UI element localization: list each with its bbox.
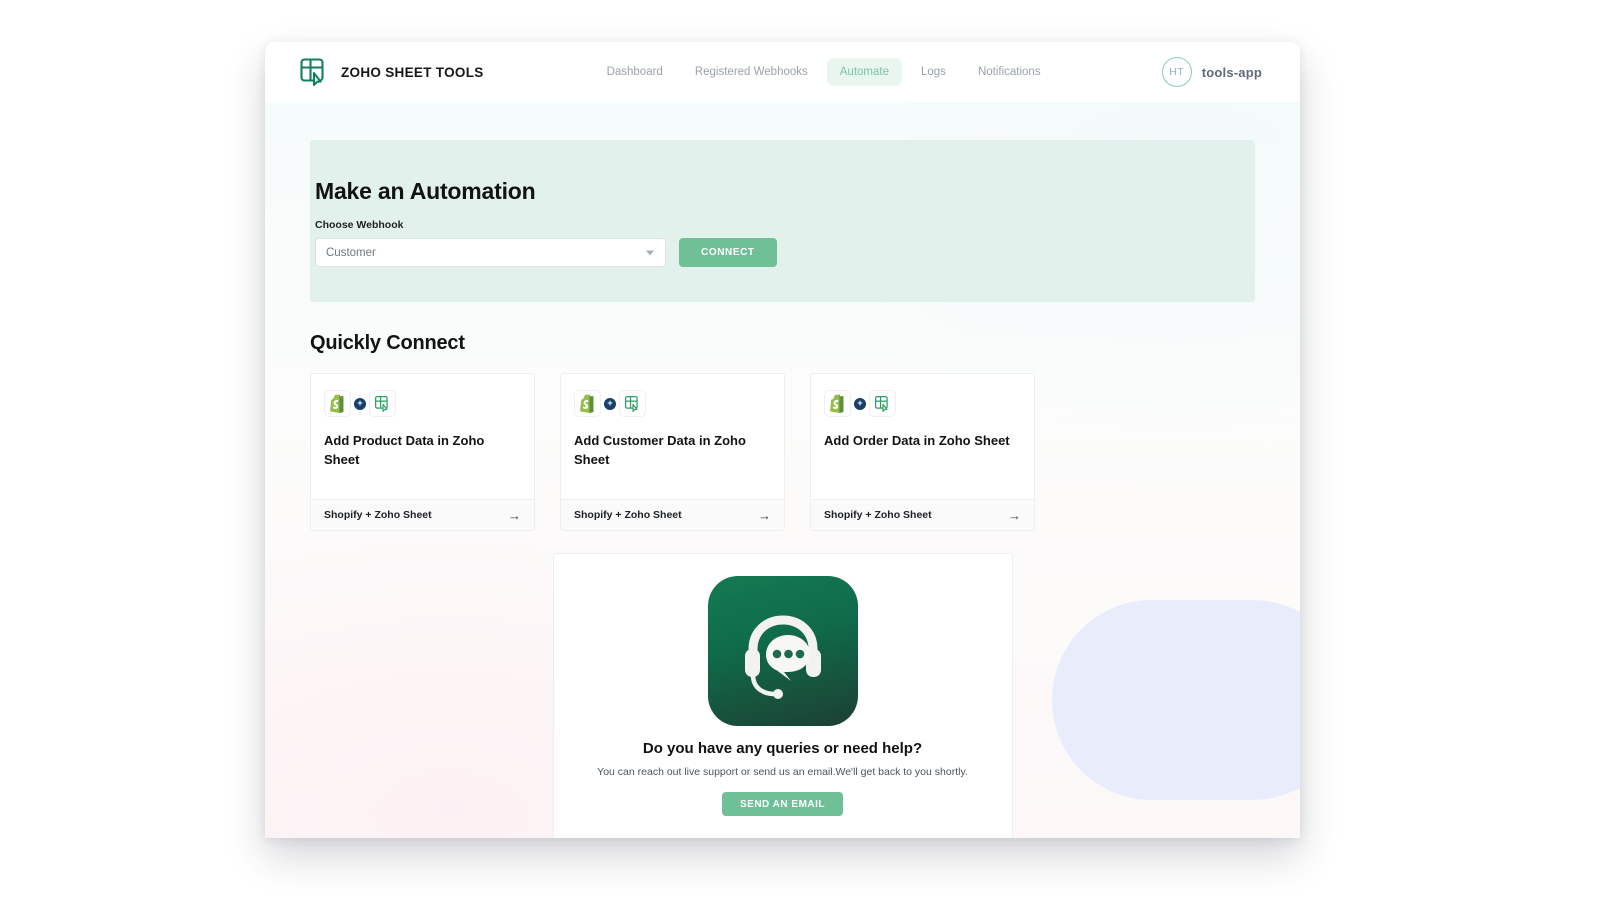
send-email-button[interactable]: SEND AN EMAIL (721, 792, 844, 816)
zoho-sheet-icon (869, 390, 896, 417)
main-nav: Dashboard Registered Webhooks Automate L… (594, 58, 1054, 86)
plus-badge-icon: + (854, 397, 866, 410)
page-content: Make an Automation Choose Webhook Custom… (265, 140, 1300, 838)
brand[interactable]: ZOHO SHEET TOOLS (298, 56, 484, 88)
plus-badge-icon: + (354, 397, 366, 410)
nav-item-automate[interactable]: Automate (826, 58, 902, 86)
quickly-connect-cards: + Add Product Data in Zoho Sheet Shopify… (310, 373, 1255, 531)
account-name: tools-app (1201, 64, 1262, 80)
card-footer: Shopify + Zoho Sheet → (811, 499, 1034, 530)
icon-pair: + (824, 390, 1021, 417)
arrow-right-icon[interactable]: → (508, 509, 521, 522)
account-menu[interactable]: HT tools-app (1161, 57, 1262, 87)
top-header: ZOHO SHEET TOOLS Dashboard Registered We… (265, 42, 1300, 102)
card-footer: Shopify + Zoho Sheet → (311, 499, 534, 530)
support-description: You can reach out live support or send u… (597, 766, 968, 778)
quickly-connect-title: Quickly Connect (310, 332, 465, 354)
card-title: Add Customer Data in Zoho Sheet (574, 433, 746, 468)
card-body: + Add Product Data in Zoho Sheet (311, 374, 534, 499)
automation-banner: Make an Automation Choose Webhook Custom… (310, 140, 1255, 302)
nav-item-notifications[interactable]: Notifications (965, 58, 1054, 86)
card-apps: Shopify + Zoho Sheet (824, 509, 932, 521)
card-apps: Shopify + Zoho Sheet (574, 509, 682, 521)
card-footer: Shopify + Zoho Sheet → (561, 499, 784, 530)
zoho-sheet-cursor-icon (298, 56, 330, 88)
card-body: + Add Customer Data in Zoho Sheet (561, 374, 784, 499)
arrow-right-icon[interactable]: → (1008, 509, 1021, 522)
shopify-icon (574, 390, 601, 417)
icon-pair: + (574, 390, 771, 417)
connect-button[interactable]: CONNECT (679, 238, 777, 267)
shopify-icon (324, 390, 351, 417)
card-body: + Add Order Data in Zoho Sheet (811, 374, 1034, 499)
webhook-label: Choose Webhook (315, 219, 404, 231)
page-canvas: Make an Automation Choose Webhook Custom… (265, 102, 1300, 838)
card-title: Add Order Data in Zoho Sheet (824, 433, 1010, 448)
shopify-icon (824, 390, 851, 417)
arrow-right-icon[interactable]: → (758, 509, 771, 522)
connect-card[interactable]: + Add Order Data in Zoho Sheet Shopify +… (810, 373, 1035, 531)
connect-card[interactable]: + Add Customer Data in Zoho Sheet Shopif… (560, 373, 785, 531)
support-card: Do you have any queries or need help? Yo… (552, 553, 1013, 838)
nav-item-registered-webhooks[interactable]: Registered Webhooks (682, 58, 821, 86)
nav-item-logs[interactable]: Logs (908, 58, 959, 86)
app-window: ZOHO SHEET TOOLS Dashboard Registered We… (265, 42, 1300, 838)
page-title: Make an Automation (315, 178, 536, 204)
connect-card[interactable]: + Add Product Data in Zoho Sheet Shopify… (310, 373, 535, 531)
zoho-sheet-icon (619, 390, 646, 417)
chevron-down-icon (646, 250, 654, 255)
card-title: Add Product Data in Zoho Sheet (324, 433, 485, 468)
icon-pair: + (324, 390, 521, 417)
plus-badge-icon: + (604, 397, 616, 410)
headset-support-chat-icon (707, 576, 858, 726)
webhook-row: Customer CONNECT (315, 238, 1255, 267)
zoho-sheet-icon (369, 390, 396, 417)
support-title: Do you have any queries or need help? (642, 740, 923, 757)
nav-item-dashboard[interactable]: Dashboard (594, 58, 676, 86)
avatar[interactable]: HT (1161, 57, 1192, 87)
card-apps: Shopify + Zoho Sheet (324, 509, 432, 521)
brand-name: ZOHO SHEET TOOLS (341, 64, 484, 80)
webhook-select[interactable]: Customer (315, 238, 666, 267)
webhook-select-value: Customer (326, 246, 376, 259)
